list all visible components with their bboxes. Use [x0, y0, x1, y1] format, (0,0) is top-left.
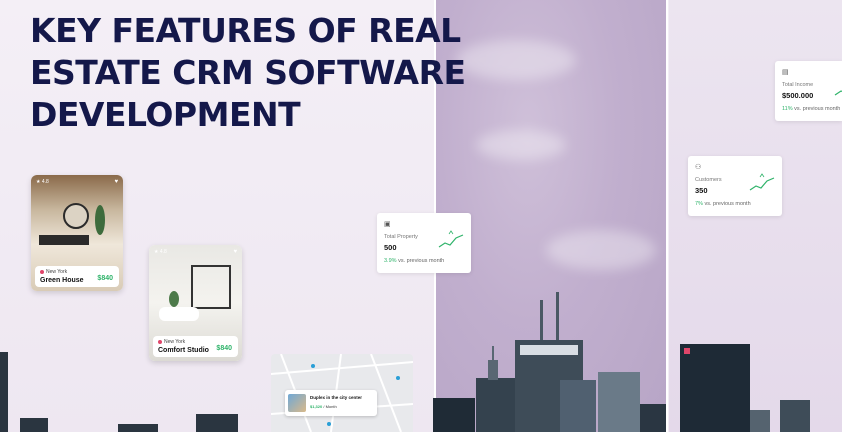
building-icon: ▣	[384, 221, 391, 228]
stat-change: 3.9% vs. previous month	[384, 258, 445, 264]
wallet-icon: ▤	[782, 69, 789, 76]
stat-card-customers[interactable]: ⚇ Customers 350 7% vs. previous month	[688, 156, 782, 216]
heart-icon[interactable]: ♥	[114, 179, 118, 185]
property-card[interactable]: ★ 4.8 ♥ New York Comfort Studio $840	[149, 245, 242, 361]
stat-card-total-income[interactable]: ▤ Total Income $500.000 11% vs. previous…	[775, 61, 842, 121]
listing-price: $1,320 / Month	[310, 404, 337, 409]
listing-title: Duplex in the city center	[310, 395, 363, 400]
property-info: New York Green House $840	[35, 266, 119, 287]
rating-label: ★ 4.8	[154, 249, 167, 255]
listing-thumbnail	[288, 394, 306, 412]
location-pin-icon	[40, 270, 44, 274]
map-marker[interactable]	[396, 376, 400, 380]
trend-up-icon	[749, 173, 775, 191]
heart-icon[interactable]: ♥	[233, 249, 237, 255]
map-card[interactable]: Duplex in the city center $1,320 / Month	[271, 354, 413, 432]
trend-up-icon	[834, 90, 842, 96]
map-listing-popup[interactable]: Duplex in the city center $1,320 / Month	[285, 390, 377, 416]
trend-up-icon	[438, 230, 464, 248]
stat-change: 11% vs. previous month	[782, 106, 841, 112]
stat-value: $500.000	[782, 91, 814, 100]
map-marker[interactable]	[311, 364, 315, 368]
page-title: KEY FEATURES OF REAL ESTATE CRM SOFTWARE…	[30, 10, 500, 136]
rating-label: ★ 4.8	[36, 179, 49, 185]
users-icon: ⚇	[695, 164, 702, 171]
title-line: KEY FEATURES OF REAL	[30, 11, 461, 50]
property-price: $840	[97, 275, 113, 282]
title-line: ESTATE CRM SOFTWARE	[30, 53, 466, 92]
property-info: New York Comfort Studio $840	[153, 336, 238, 357]
stat-label: Total Income	[782, 82, 814, 88]
stat-card-total-property[interactable]: ▣ Total Property 500 3.9% vs. previous m…	[377, 213, 471, 273]
title-line: DEVELOPMENT	[30, 95, 301, 134]
map-marker[interactable]	[327, 422, 331, 426]
property-price: $840	[216, 345, 232, 352]
property-card[interactable]: ★ 4.8 ♥ New York Green House $840	[31, 175, 123, 291]
location-pin-icon	[158, 340, 162, 344]
stat-change: 7% vs. previous month	[695, 201, 751, 207]
